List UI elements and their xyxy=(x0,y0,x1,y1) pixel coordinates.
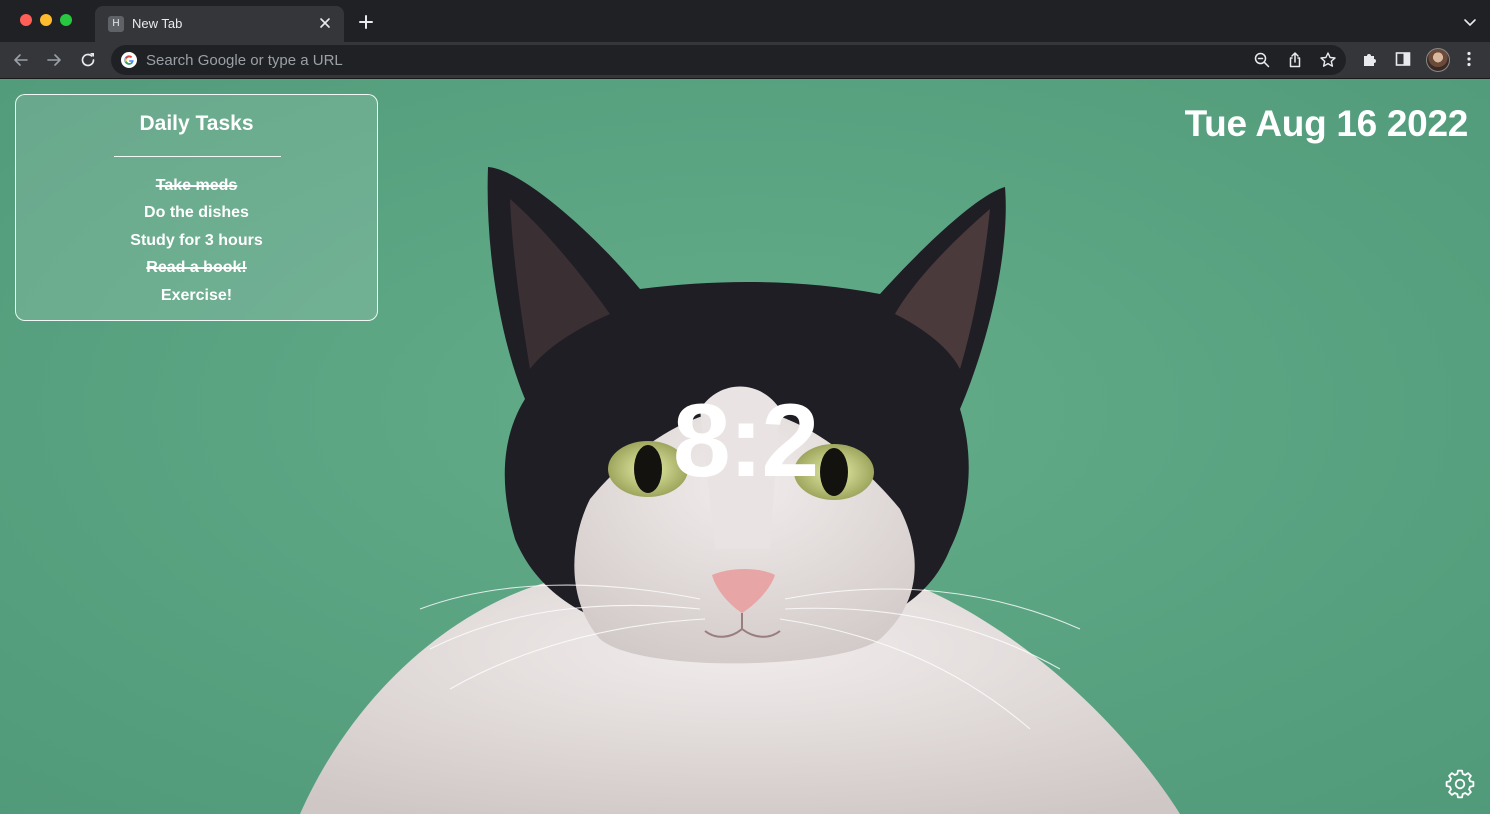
task-list: Take meds Do the dishes Study for 3 hour… xyxy=(16,175,377,312)
omnibox-placeholder: Search Google or type a URL xyxy=(146,52,343,69)
tab-new-tab[interactable]: H New Tab xyxy=(95,6,344,42)
close-icon[interactable] xyxy=(316,14,334,32)
arrow-right-icon[interactable] xyxy=(44,50,64,70)
tasks-divider xyxy=(114,156,281,157)
tasks-title: Daily Tasks xyxy=(139,112,254,135)
task-item[interactable]: Study for 3 hours xyxy=(16,230,377,257)
date-display: Tue Aug 16 2022 xyxy=(1184,103,1469,144)
side-panel-icon[interactable] xyxy=(1394,50,1412,68)
tab-title: New Tab xyxy=(132,16,183,31)
gear-icon[interactable] xyxy=(1445,769,1475,799)
maximize-window-button[interactable] xyxy=(60,14,72,26)
new-tab-button[interactable] xyxy=(357,13,375,31)
puzzle-icon[interactable] xyxy=(1361,50,1379,68)
profile-avatar[interactable] xyxy=(1426,48,1450,72)
arrow-left-icon[interactable] xyxy=(11,50,31,70)
task-item[interactable]: Do the dishes xyxy=(16,202,377,229)
reload-icon[interactable] xyxy=(78,50,98,70)
new-tab-page: Daily Tasks Take meds Do the dishes Stud… xyxy=(0,79,1490,814)
task-item[interactable]: Take meds xyxy=(16,175,377,202)
window-controls xyxy=(20,14,72,26)
browser-toolbar: Search Google or type a URL xyxy=(0,42,1490,79)
tab-strip: H New Tab xyxy=(0,0,1490,42)
google-icon xyxy=(121,52,137,68)
omnibox[interactable]: Search Google or type a URL xyxy=(111,45,1346,75)
star-icon[interactable] xyxy=(1319,51,1337,69)
chevron-down-icon[interactable] xyxy=(1462,14,1478,30)
task-item[interactable]: Exercise! xyxy=(16,285,377,312)
close-window-button[interactable] xyxy=(20,14,32,26)
zoom-icon[interactable] xyxy=(1253,51,1271,69)
daily-tasks-card: Daily Tasks Take meds Do the dishes Stud… xyxy=(15,94,378,321)
clock-display: 8:2 xyxy=(672,383,819,499)
tab-favicon-icon: H xyxy=(108,16,124,32)
task-item[interactable]: Read a book! xyxy=(16,257,377,284)
kebab-menu-icon[interactable] xyxy=(1460,50,1478,68)
share-icon[interactable] xyxy=(1286,51,1304,69)
minimize-window-button[interactable] xyxy=(40,14,52,26)
